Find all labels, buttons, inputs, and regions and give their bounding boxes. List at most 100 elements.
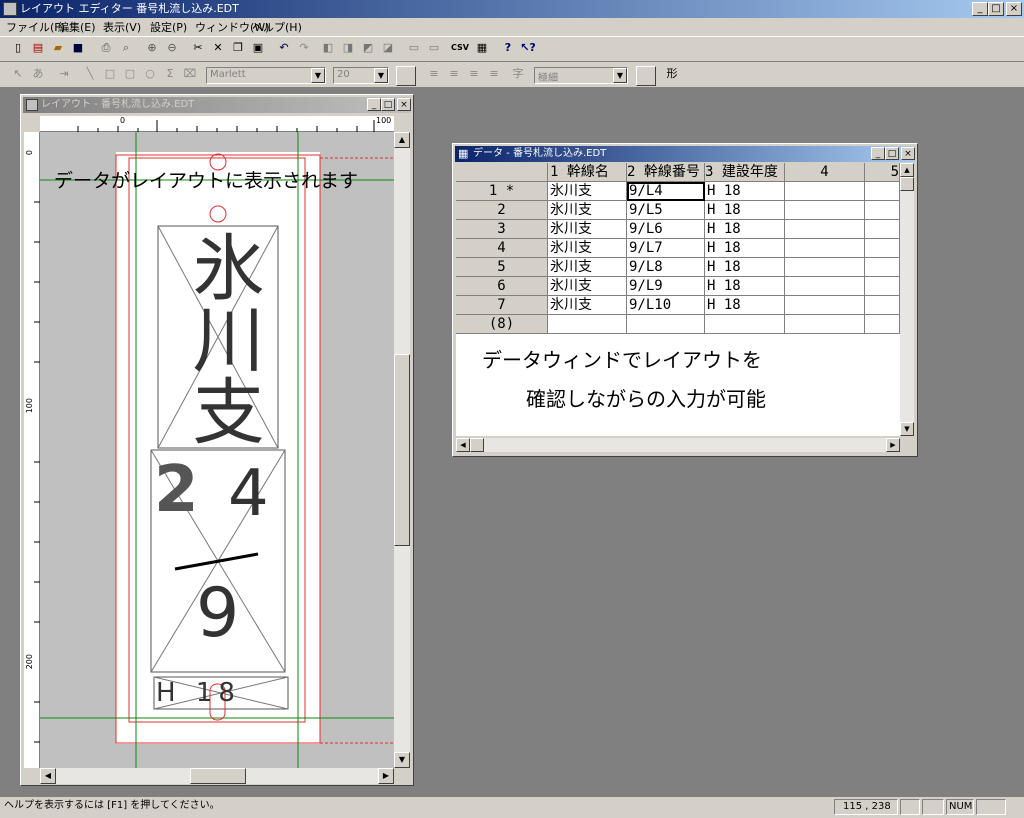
layout-doc-icon[interactable] xyxy=(26,99,38,111)
layout-close-button[interactable]: × xyxy=(397,98,411,111)
cell-col4[interactable] xyxy=(785,315,865,334)
maximize-button[interactable]: □ xyxy=(988,2,1004,16)
bring-front-icon[interactable]: ◧ xyxy=(318,39,338,59)
layout-year-field[interactable]: H 18 xyxy=(156,677,288,709)
data-vertical-scrollbar[interactable]: ▲ ▼ xyxy=(900,163,914,436)
char-button[interactable]: 字 xyxy=(508,65,528,85)
line-color-button[interactable] xyxy=(636,66,656,86)
font-size-select[interactable]: 20 ▼ xyxy=(333,67,389,84)
menu-edit[interactable]: 編集(E) xyxy=(58,20,96,36)
cell-col5[interactable] xyxy=(865,296,900,315)
data-minimize-button[interactable]: _ xyxy=(871,147,885,160)
text-tool-icon[interactable]: あ xyxy=(28,65,48,85)
paste-icon[interactable]: ▣ xyxy=(248,39,268,59)
zoom-out-icon[interactable]: ⊖ xyxy=(162,39,182,59)
csv-icon[interactable]: CSV xyxy=(450,39,470,59)
corner-header[interactable] xyxy=(456,163,548,182)
cell-col5[interactable] xyxy=(865,239,900,258)
font-name-select[interactable]: Marlett ▼ xyxy=(206,67,326,84)
cell-col4[interactable] xyxy=(785,201,865,220)
open-folder-icon[interactable]: ▰ xyxy=(48,39,68,59)
cell-col4[interactable] xyxy=(785,296,865,315)
row-header[interactable]: 2 xyxy=(456,201,548,220)
layout-horizontal-scrollbar[interactable]: ◀ ▶ xyxy=(40,768,394,784)
scroll-right-arrow-icon[interactable]: ▶ xyxy=(378,768,394,784)
ellipse-tool-icon[interactable]: ○ xyxy=(140,65,160,85)
table-icon[interactable]: ▦ xyxy=(472,39,492,59)
layout-minimize-button[interactable]: _ xyxy=(367,98,381,111)
minimize-button[interactable]: _ xyxy=(972,2,988,16)
col-header-4[interactable]: 4 xyxy=(785,163,865,182)
layout-vertical-scrollbar[interactable]: ▲ ▼ xyxy=(394,132,410,768)
cell-trunk-number[interactable] xyxy=(627,315,705,334)
cell-trunk-number[interactable]: 9/L5 xyxy=(627,201,705,220)
row-header[interactable]: (8) xyxy=(456,315,548,334)
cell-trunk-number[interactable]: 9/L6 xyxy=(627,220,705,239)
close-button[interactable]: × xyxy=(1006,2,1022,16)
menu-view[interactable]: 表示(V) xyxy=(103,20,141,36)
send-back-icon[interactable]: ◨ xyxy=(338,39,358,59)
layout-number-left[interactable]: 2 xyxy=(154,450,199,530)
line-weight-select[interactable]: 極細 ▼ xyxy=(534,67,628,84)
data-horizontal-scrollbar[interactable]: ◀ ▶ xyxy=(456,438,900,452)
cell-trunk-number[interactable]: 9/L10 xyxy=(627,296,705,315)
cell-build-year[interactable]: H 18 xyxy=(705,220,785,239)
sigma-tool-icon[interactable]: Σ xyxy=(160,65,180,85)
cell-col4[interactable] xyxy=(785,277,865,296)
col-header-build-year[interactable]: 3 建設年度 xyxy=(705,163,785,182)
layout-trunk-name-field[interactable]: 氷川支 xyxy=(178,230,264,446)
cell-trunk-name[interactable]: 氷川支 xyxy=(548,201,627,220)
shape-button[interactable]: 形 xyxy=(662,65,682,85)
cell-trunk-number[interactable]: 9/L9 xyxy=(627,277,705,296)
cell-trunk-name[interactable]: 氷川支 xyxy=(548,239,627,258)
col-header-5[interactable]: 5 xyxy=(865,163,900,182)
copy-icon[interactable]: ❐ xyxy=(228,39,248,59)
menu-file[interactable]: ファイル(F) xyxy=(6,20,65,36)
scroll-thumb[interactable] xyxy=(900,177,914,191)
chevron-down-icon[interactable]: ▼ xyxy=(613,68,627,83)
align-text-left-icon[interactable]: ≡ xyxy=(424,65,444,85)
cell-col5[interactable] xyxy=(865,258,900,277)
chevron-down-icon[interactable]: ▼ xyxy=(311,68,325,83)
h-scroll-thumb[interactable] xyxy=(190,768,246,784)
image-tool-icon[interactable]: ⌧ xyxy=(180,65,200,85)
menu-settings[interactable]: 設定(P) xyxy=(150,20,187,36)
cell-build-year[interactable]: H 18 xyxy=(705,296,785,315)
print-icon[interactable]: ⎙ xyxy=(96,39,116,59)
cell-trunk-name[interactable]: 氷川支 xyxy=(548,296,627,315)
layout-number-bottom[interactable]: 9 xyxy=(196,574,239,654)
save-icon[interactable]: ■ xyxy=(68,39,88,59)
cell-trunk-number[interactable]: 9/L8 xyxy=(627,258,705,277)
scroll-up-arrow-icon[interactable]: ▲ xyxy=(394,132,410,148)
cell-col4[interactable] xyxy=(785,182,865,201)
field-tool-icon[interactable]: ⇥ xyxy=(54,65,74,85)
layout-size-grip[interactable] xyxy=(394,768,410,784)
new-file-icon[interactable]: ▯ xyxy=(8,39,28,59)
cell-build-year[interactable]: H 18 xyxy=(705,239,785,258)
redo-icon[interactable]: ↷ xyxy=(294,39,314,59)
align-left-icon[interactable]: ▭ xyxy=(404,39,424,59)
row-header[interactable]: 7 xyxy=(456,296,548,315)
rect-tool-icon[interactable]: □ xyxy=(100,65,120,85)
menu-help[interactable]: ヘルプ(H) xyxy=(252,20,302,36)
layout-maximize-button[interactable]: □ xyxy=(381,98,395,111)
cell-col4[interactable] xyxy=(785,239,865,258)
cell-build-year[interactable]: H 18 xyxy=(705,277,785,296)
align-right-icon[interactable]: ▭ xyxy=(424,39,444,59)
app-icon[interactable] xyxy=(3,2,17,16)
cell-col5[interactable] xyxy=(865,182,900,201)
cut-icon[interactable]: ✂ xyxy=(188,39,208,59)
col-header-trunk-number[interactable]: 2 幹線番号 xyxy=(627,163,705,182)
scroll-left-arrow-icon[interactable]: ◀ xyxy=(456,438,470,452)
row-header[interactable]: 6 xyxy=(456,277,548,296)
layout-number-right[interactable]: 4 xyxy=(228,454,269,534)
cell-col4[interactable] xyxy=(785,258,865,277)
row-header[interactable]: 1 * xyxy=(456,182,548,201)
cell-trunk-name[interactable]: 氷川支 xyxy=(548,258,627,277)
cell-trunk-number[interactable]: 9/L4 xyxy=(627,182,705,201)
backward-icon[interactable]: ◪ xyxy=(378,39,398,59)
cell-col5[interactable] xyxy=(865,277,900,296)
row-header[interactable]: 5 xyxy=(456,258,548,277)
open-template-icon[interactable]: ▤ xyxy=(28,39,48,59)
cell-trunk-name[interactable]: 氷川支 xyxy=(548,220,627,239)
